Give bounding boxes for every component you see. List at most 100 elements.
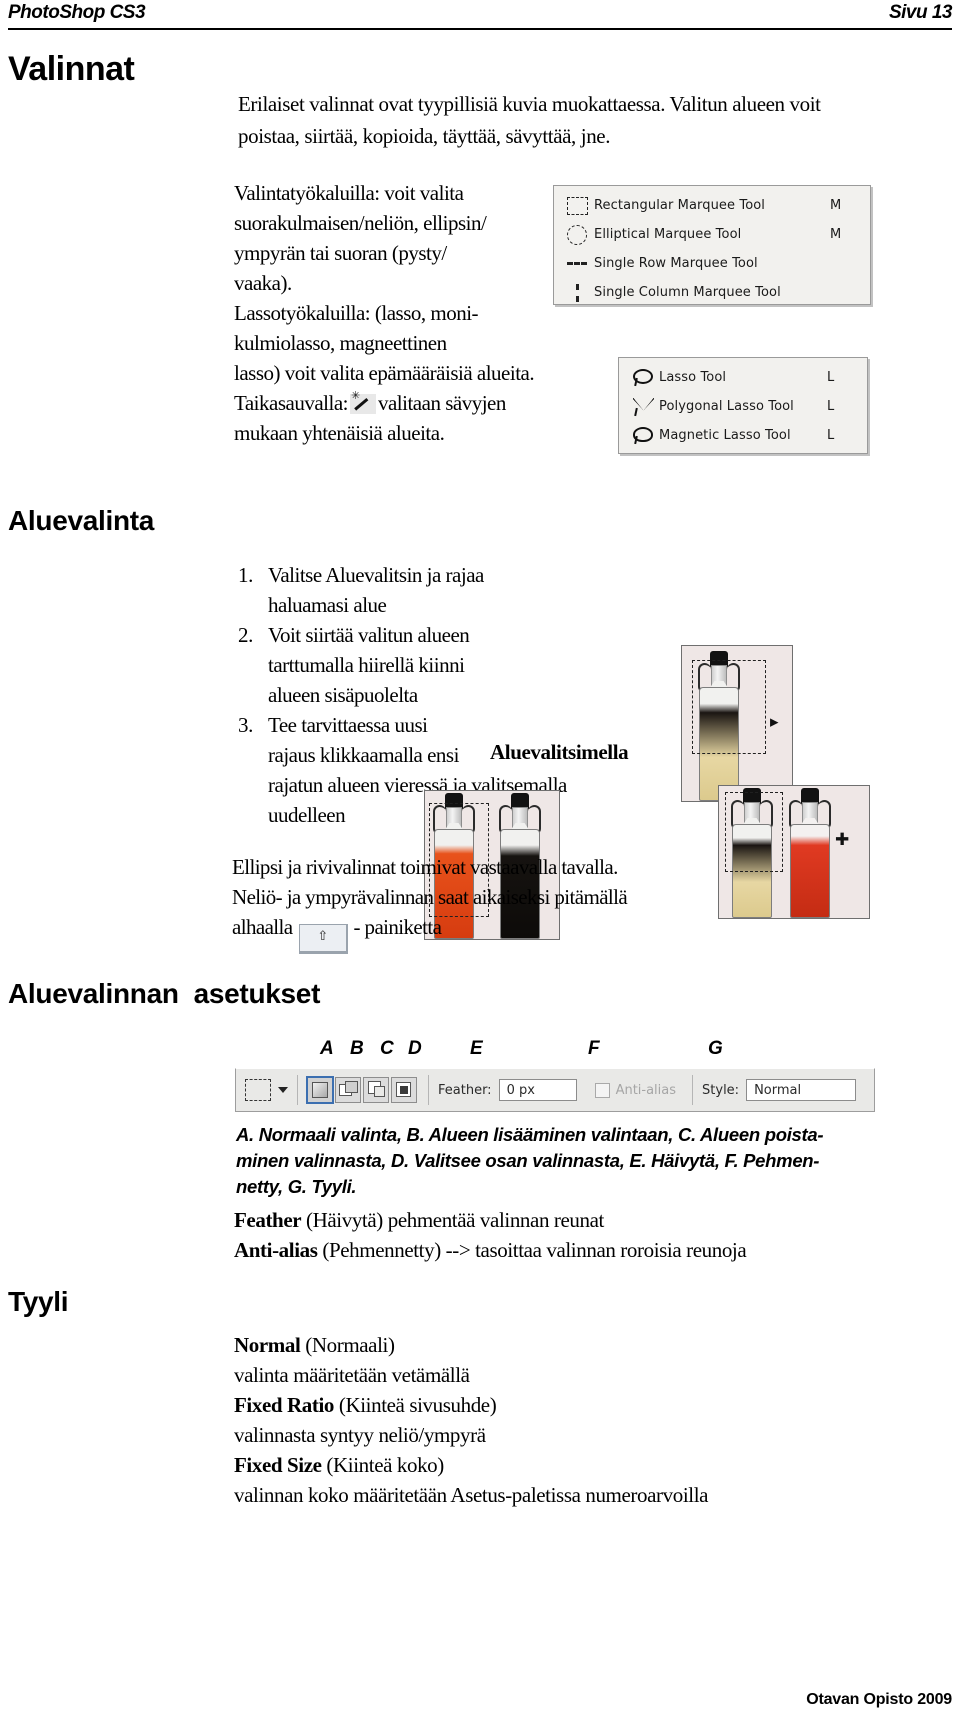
menu-item-shortcut: L <box>827 399 835 414</box>
selection-mode-group[interactable] <box>298 1069 428 1111</box>
intro-paragraph: Erilaiset valinnat ovat tyypillisiä kuvi… <box>238 92 821 148</box>
section-title-tyyli: Tyyli <box>8 1286 69 1317</box>
menu-item-shortcut: M <box>830 198 842 213</box>
tools-line-7: lasso) voit valita epämääräisiä alueita. <box>234 361 535 385</box>
menu-item-label: Single Column Marquee Tool <box>594 285 781 300</box>
intersect-with-selection-button[interactable] <box>391 1077 417 1103</box>
style-select[interactable]: Normal <box>746 1079 857 1101</box>
chevron-down-icon[interactable] <box>278 1087 288 1093</box>
style-normal-line: Normal (Normaali) <box>234 1330 914 1360</box>
callout-aluevalitsimella: Aluevalitsimella <box>490 740 629 764</box>
menu-item-single-column-marquee[interactable]: Single Column Marquee Tool <box>554 278 870 307</box>
tools-line-9: mukaan yhtenäisiä alueita. <box>234 421 445 445</box>
magnetic-lasso-icon <box>628 425 656 447</box>
anti-alias-checkbox[interactable] <box>594 1082 610 1098</box>
lasso-icon <box>628 367 656 389</box>
label-g: G <box>708 1038 723 1059</box>
page-title: Valinnat <box>8 50 135 88</box>
lasso-tool-flyout-menu[interactable]: Lasso Tool L Polygonal Lasso Tool L Magn… <box>618 357 868 454</box>
options-bar-legend: A. Normaali valinta, B. Alueen lisäämine… <box>236 1122 896 1200</box>
style-fixed-ratio-term: Fixed Ratio <box>234 1393 335 1417</box>
elliptical-marquee-icon <box>563 224 591 246</box>
style-fixed-size-translation: (Kiinteä koko) <box>321 1453 444 1477</box>
feather-explanation-line: Feather (Häivytä) pehmentää valinnan reu… <box>234 1205 914 1235</box>
label-d: D <box>408 1038 422 1059</box>
antialias-description: (Pehmennetty) --> tasoittaa valinnan ror… <box>317 1238 747 1262</box>
rectangular-marquee-icon <box>563 195 591 217</box>
list-item: 1. Valitse Aluevalitsin ja rajaa haluama… <box>238 560 568 620</box>
feather-term: Feather <box>234 1208 302 1232</box>
step-number: 3. <box>238 713 253 737</box>
style-label: Style: <box>702 1082 740 1098</box>
tools-line-2: suorakulmaisen/neliön, ellipsin/ <box>234 211 487 235</box>
style-fixed-size-term: Fixed Size <box>234 1453 322 1477</box>
menu-item-elliptical-marquee[interactable]: Elliptical Marquee Tool M <box>554 220 870 249</box>
list-item: 2. Voit siirtää valitun alueen tarttumal… <box>238 620 568 710</box>
magic-wand-icon <box>349 391 376 414</box>
style-normal-term: Normal <box>234 1333 301 1357</box>
tools-line-3: ympyrän tai suoran (pysty/ <box>234 241 447 265</box>
step-number: 2. <box>238 623 253 647</box>
marquee-tool-flyout-menu[interactable]: Rectangular Marquee Tool M Elliptical Ma… <box>553 185 871 305</box>
menu-item-label: Single Row Marquee Tool <box>594 256 758 271</box>
menu-item-lasso[interactable]: Lasso Tool L <box>619 363 867 392</box>
menu-item-polygonal-lasso[interactable]: Polygonal Lasso Tool L <box>619 392 867 421</box>
style-fixed-ratio-translation: (Kiinteä sivusuhde) <box>334 1393 497 1417</box>
style-fixed-ratio-line: Fixed Ratio (Kiinteä sivusuhde) <box>234 1390 914 1420</box>
menu-item-label: Magnetic Lasso Tool <box>659 428 791 443</box>
tools-line-4: vaaka). <box>234 271 292 295</box>
tools-description: Valintatyökaluilla: voit valita suorakul… <box>234 178 535 448</box>
header-app-title: PhotoShop CS3 <box>8 2 146 23</box>
step-text: Voit siirtää valitun alueen tarttumalla … <box>268 623 470 707</box>
menu-item-label: Polygonal Lasso Tool <box>659 399 794 414</box>
rectangular-marquee-icon <box>245 1079 271 1101</box>
single-row-marquee-icon <box>563 253 591 275</box>
label-a: A <box>320 1038 334 1059</box>
pointer-arrow-icon: ▸ <box>770 712 779 732</box>
menu-item-label: Elliptical Marquee Tool <box>594 227 742 242</box>
page-header: PhotoShop CS3 Sivu 13 <box>8 2 953 24</box>
menu-item-rectangular-marquee[interactable]: Rectangular Marquee Tool M <box>554 191 870 220</box>
menu-item-shortcut: L <box>827 428 835 443</box>
step-number: 1. <box>238 563 253 587</box>
active-tool-preset-picker[interactable] <box>236 1069 297 1111</box>
anti-alias-label: Anti-alias <box>615 1082 677 1098</box>
menu-item-label: Rectangular Marquee Tool <box>594 198 766 213</box>
menu-item-single-row-marquee[interactable]: Single Row Marquee Tool <box>554 249 870 278</box>
tools-line-6: kulmiolasso, magneettinen <box>234 331 447 355</box>
legend-line-2: minen valinnasta, D. Valitsee osan valin… <box>236 1150 820 1171</box>
legend-line-1: A. Normaali valinta, B. Alueen lisäämine… <box>236 1124 824 1145</box>
tools-line-5: Lassotyökaluilla: (lasso, moni- <box>234 301 479 325</box>
style-fixed-ratio-description: valinnasta syntyy neliö/ympyrä <box>234 1423 486 1447</box>
style-normal-translation: (Normaali) <box>300 1333 395 1357</box>
magic-wand-text-pre: Taikasauvalla: <box>234 391 348 415</box>
section-title-aluevalinnan-asetukset: Aluevalinnan asetukset <box>8 978 321 1009</box>
style-fixed-size-line: Fixed Size (Kiinteä koko) <box>234 1450 914 1480</box>
antialias-group[interactable]: Anti-alias <box>586 1069 692 1111</box>
antialias-term: Anti-alias <box>234 1238 318 1262</box>
polygonal-lasso-icon <box>628 396 656 418</box>
tools-line-1: Valintatyökaluilla: voit valita <box>234 181 464 205</box>
menu-item-shortcut: M <box>830 227 842 242</box>
feather-input[interactable]: 0 px <box>498 1079 577 1101</box>
feather-explanation: Feather (Häivytä) pehmentää valinnan reu… <box>234 1205 914 1265</box>
new-selection-button[interactable] <box>306 1076 334 1104</box>
label-e: E <box>470 1038 483 1059</box>
photoshop-options-bar[interactable]: Feather: 0 px Anti-alias Style: Normal <box>235 1068 875 1112</box>
label-f: F <box>588 1038 600 1059</box>
bottle-photo-upper-right: ▸ <box>681 645 793 802</box>
label-c: C <box>380 1038 394 1059</box>
subtract-from-selection-button[interactable] <box>363 1077 389 1103</box>
add-to-selection-button[interactable] <box>335 1077 361 1103</box>
menu-item-magnetic-lasso[interactable]: Magnetic Lasso Tool L <box>619 421 867 450</box>
shift-text-post: - painiketta <box>353 915 442 939</box>
feather-description: (Häivytä) pehmentää valinnan reunat <box>301 1208 604 1232</box>
feather-label: Feather: <box>438 1082 492 1098</box>
crosshair-icon: ✚ <box>835 830 850 850</box>
feather-group[interactable]: Feather: 0 px <box>429 1069 586 1111</box>
single-column-marquee-icon <box>563 282 591 304</box>
ellipse-paragraph: Ellipsi ja rivivalinnat toimivat vastaav… <box>232 852 702 954</box>
shift-key-icon: ⇧ <box>298 924 348 954</box>
style-group[interactable]: Style: Normal <box>693 1069 865 1111</box>
section-title-aluevalinta: Aluevalinta <box>8 505 155 536</box>
